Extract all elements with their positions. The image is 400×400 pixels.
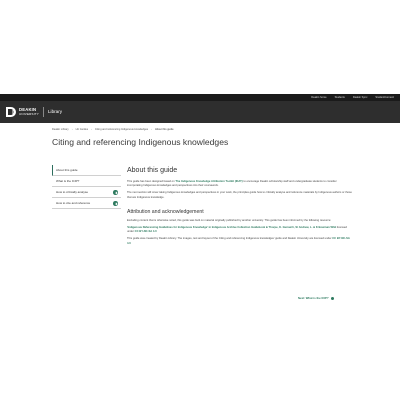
resource-paragraph: 'Indigenous Referencing Guidelines for I… <box>127 226 352 234</box>
breadcrumb: Deakin Library › Lib Guides › Citing and… <box>52 128 174 131</box>
deakin-logo[interactable]: DEAKIN UNIVERSITY <box>5 106 39 118</box>
logo-line-2: UNIVERSITY <box>19 112 40 116</box>
sidebar-item-critically-analyse[interactable]: How to critically analyse <box>52 187 121 198</box>
utility-link-deakin-home[interactable]: Deakin home <box>311 96 326 99</box>
breadcrumb-separator: › <box>71 128 73 131</box>
resource-link[interactable]: 'Indigenous Referencing Guidelines for I… <box>127 226 336 229</box>
attribution-paragraph: Excluding content that is otherwise note… <box>127 218 332 222</box>
site-header: DEAKIN UNIVERSITY Library <box>0 101 400 123</box>
intro-text-pre: This guide has been designed based on <box>127 180 176 183</box>
sidebar-item-about-this-guide[interactable]: About this guide <box>52 165 121 176</box>
ikat-link[interactable]: The Indigenous Knowledge Attribution Too… <box>175 180 242 183</box>
breadcrumb-separator: › <box>151 128 152 131</box>
header-divider <box>43 107 44 117</box>
breadcrumb-separator: › <box>91 128 92 131</box>
guide-sidebar-nav: About this guide What is the ICIP? How t… <box>52 165 121 209</box>
license-text: This guide was created by Deakin Library… <box>127 237 333 241</box>
section-heading-attribution: Attribution and acknowledgement <box>127 208 204 215</box>
deakin-logo-icon <box>5 106 17 118</box>
site-name-library[interactable]: Library <box>48 109 62 114</box>
sidebar-item-label: How to critically analyse <box>56 190 89 194</box>
utility-link-studentconnect[interactable]: StudentConnect <box>375 96 394 99</box>
license-paragraph: This guide was created by Deakin Library… <box>127 237 352 245</box>
breadcrumb-deakin-library[interactable]: Deakin Library <box>52 128 69 131</box>
main-content: About this guide This guide has been des… <box>127 167 352 246</box>
section-heading-about: About this guide <box>127 167 178 174</box>
intro-paragraph: This guide has been designed based on Th… <box>127 180 352 188</box>
logo-wordmark: DEAKIN UNIVERSITY <box>19 107 40 116</box>
utility-links: Deakin home Students Deakin Sync Student… <box>311 94 394 101</box>
arrow-right-icon <box>330 296 334 300</box>
sidebar-item-label: What is the ICIP? <box>56 179 80 183</box>
sidebar-item-label: How to cite and reference <box>56 201 91 205</box>
sidebar-item-label: About this guide <box>56 168 78 172</box>
second-paragraph: The next section will cover taking Indig… <box>127 191 352 199</box>
sidebar-item-cite-and-reference[interactable]: How to cite and reference <box>52 198 121 209</box>
utility-link-students[interactable]: Students <box>335 96 345 99</box>
license-link[interactable]: CC BY-NC-SA 4.0 <box>135 230 157 233</box>
utility-bar: Deakin home Students Deakin Sync Student… <box>0 94 400 101</box>
next-page-link[interactable]: Next: What is the ICIP? <box>298 296 334 300</box>
chevron-right-icon[interactable] <box>113 190 118 195</box>
utility-link-deakin-sync[interactable]: Deakin Sync <box>353 96 368 99</box>
breadcrumb-lib-guides[interactable]: Lib Guides <box>76 128 88 131</box>
chevron-right-icon[interactable] <box>113 201 118 206</box>
breadcrumb-current: About this guide <box>154 128 174 131</box>
next-page-label: Next: What is the ICIP? <box>298 296 329 300</box>
sidebar-item-what-is-icip[interactable]: What is the ICIP? <box>52 176 121 187</box>
breadcrumb-guide[interactable]: Citing and referencing Indigenous knowle… <box>95 128 148 131</box>
page-title: Citing and referencing Indigenous knowle… <box>52 137 229 147</box>
